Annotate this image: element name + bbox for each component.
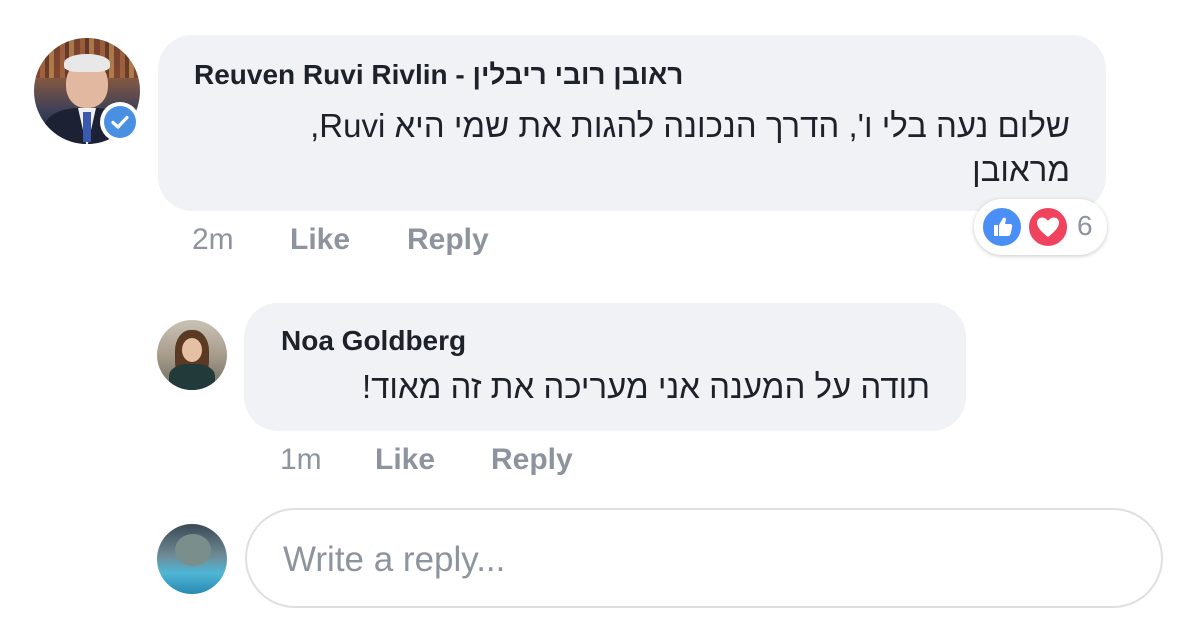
like-button[interactable]: Like xyxy=(375,443,435,477)
reply-button[interactable]: Reply xyxy=(407,223,489,257)
like-icon xyxy=(981,206,1023,248)
reply-box[interactable] xyxy=(245,508,1163,608)
reply-button[interactable]: Reply xyxy=(491,443,573,477)
avatar-head xyxy=(175,534,211,566)
comment-timestamp[interactable]: 1m xyxy=(280,443,322,477)
avatar-tie xyxy=(83,112,91,142)
comment-author[interactable]: Noa Goldberg xyxy=(281,325,466,357)
comment-text-line: מראובן xyxy=(972,151,1070,188)
avatar-face xyxy=(182,338,202,362)
love-icon xyxy=(1027,206,1069,248)
avatar-body xyxy=(169,364,215,390)
avatar[interactable] xyxy=(157,320,227,390)
comment-timestamp[interactable]: 2m xyxy=(192,223,234,257)
comment-text-line: שלום נעה בלי ו', הדרך הנכונה להגות את שמ… xyxy=(310,107,1070,144)
like-button[interactable]: Like xyxy=(290,223,350,257)
reaction-count: 6 xyxy=(1077,210,1093,241)
avatar xyxy=(157,524,227,594)
avatar-hair xyxy=(64,54,110,72)
reply-input[interactable] xyxy=(281,538,1105,582)
verified-badge-icon xyxy=(100,102,140,142)
comment-author[interactable]: Reuven Ruvi Rivlin - ראובן רובי ריבלין xyxy=(194,59,683,91)
comment-text: תודה על המענה אני מעריכה את זה מאוד! xyxy=(361,368,930,405)
comment-bubble xyxy=(244,303,966,431)
